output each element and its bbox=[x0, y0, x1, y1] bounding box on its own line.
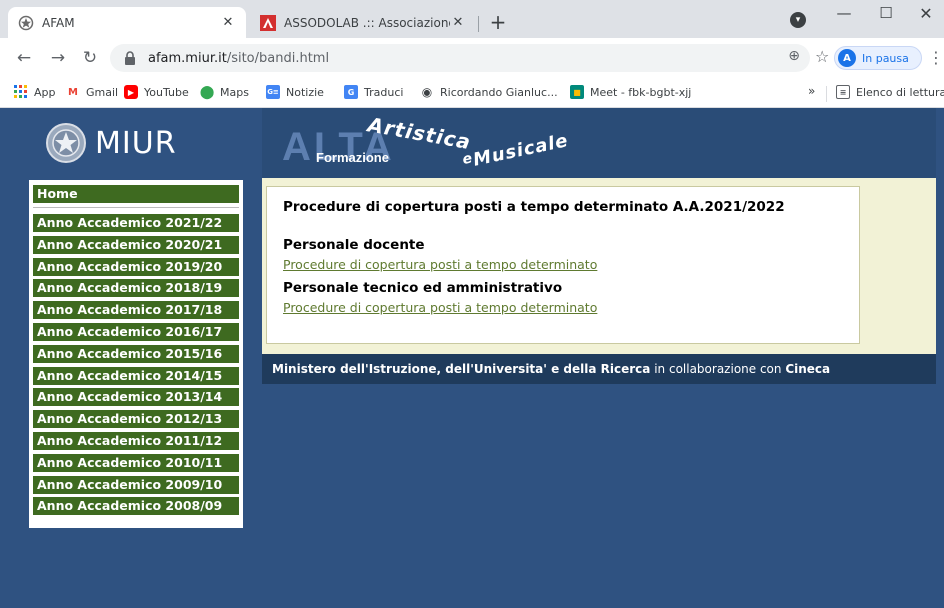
footer-partner: Cineca bbox=[785, 362, 831, 376]
tab-search-icon[interactable]: ▾ bbox=[790, 12, 806, 28]
profile-button[interactable]: A In pausa bbox=[834, 46, 922, 70]
menu-item-2018-19[interactable]: Anno Accademico 2018/19 bbox=[33, 279, 239, 298]
bookmarks-bar: App M Gmail ▶ YouTube ⬤ Maps G≡ Notizie … bbox=[0, 78, 944, 108]
apps-grid-icon bbox=[14, 85, 28, 99]
bookmark-youtube[interactable]: ▶ YouTube bbox=[124, 85, 189, 99]
alta-formazione-banner: ALTA Formazione Artistica eMusicale bbox=[262, 108, 936, 178]
section-heading-docente: Personale docente bbox=[283, 237, 425, 253]
lock-icon bbox=[125, 51, 135, 65]
maximize-button[interactable]: ☐ bbox=[866, 4, 906, 30]
menu-kebab-icon[interactable]: ⋮ bbox=[928, 48, 944, 67]
bookmarks-divider bbox=[826, 86, 827, 102]
menu-item-2014-15[interactable]: Anno Accademico 2014/15 bbox=[33, 366, 239, 385]
menu-item-home[interactable]: Home bbox=[33, 185, 239, 203]
globe-icon: ◉ bbox=[421, 85, 433, 99]
back-icon[interactable]: ← bbox=[14, 48, 34, 68]
reading-list-button[interactable]: ≡ Elenco di lettura bbox=[836, 85, 944, 99]
gmail-icon: M bbox=[68, 86, 78, 98]
close-window-button[interactable]: ✕ bbox=[906, 4, 944, 30]
forward-icon[interactable]: → bbox=[48, 48, 68, 68]
reload-icon[interactable]: ↻ bbox=[80, 48, 100, 68]
bookmark-app[interactable]: App bbox=[14, 85, 56, 99]
content-box: Procedure di copertura posti a tempo det… bbox=[266, 186, 860, 344]
menu-divider bbox=[33, 207, 239, 208]
tab-title: ASSODOLAB .:: Associazione Na: bbox=[284, 15, 450, 30]
minimize-button[interactable]: — bbox=[824, 4, 864, 30]
bookmark-traduci[interactable]: G Traduci bbox=[344, 85, 403, 99]
banner-formazione: Formazione bbox=[316, 150, 389, 165]
address-bar[interactable]: afam.miur.it/sito/bandi.html ⊕ bbox=[110, 44, 810, 72]
footer-middle: in collaborazione con bbox=[650, 362, 786, 376]
footer-ministry: Ministero dell'Istruzione, dell'Universi… bbox=[272, 362, 651, 376]
zoom-icon[interactable]: ⊕ bbox=[788, 48, 800, 64]
menu-item-2012-13[interactable]: Anno Accademico 2012/13 bbox=[33, 410, 239, 429]
web-page: MIUR ALTA Formazione Artistica eMusicale… bbox=[0, 108, 944, 608]
banner-musicale: eMusicale bbox=[460, 130, 571, 171]
miur-logo-text: MIUR bbox=[95, 125, 177, 161]
bookmarks-more-button[interactable]: » bbox=[808, 84, 815, 98]
tab-assodolab[interactable]: ASSODOLAB .:: Associazione Na: ✕ bbox=[250, 7, 476, 38]
tab-title: AFAM bbox=[42, 15, 75, 30]
news-icon: G≡ bbox=[266, 85, 280, 99]
sidebar-menu: Home Anno Accademico 2021/22 Anno Accade… bbox=[29, 180, 243, 528]
section-heading-tecnico: Personale tecnico ed amministrativo bbox=[283, 280, 563, 296]
link-procedure-docente[interactable]: Procedure di copertura posti a tempo det… bbox=[283, 257, 843, 272]
bookmark-notizie[interactable]: G≡ Notizie bbox=[266, 85, 324, 99]
bookmark-maps[interactable]: ⬤ Maps bbox=[199, 84, 249, 100]
translate-icon: G bbox=[344, 85, 358, 99]
tab-close-icon[interactable]: ✕ bbox=[450, 15, 466, 30]
italian-emblem-icon bbox=[46, 123, 86, 163]
url-text: afam.miur.it/sito/bandi.html bbox=[148, 50, 330, 66]
menu-item-2021-22[interactable]: Anno Accademico 2021/22 bbox=[33, 214, 239, 232]
emblem-favicon-icon bbox=[18, 15, 34, 31]
bookmark-gmail[interactable]: M Gmail bbox=[66, 85, 118, 99]
menu-item-2008-09[interactable]: Anno Accademico 2008/09 bbox=[33, 497, 239, 516]
avatar: A bbox=[838, 49, 856, 67]
menu-item-2017-18[interactable]: Anno Accademico 2017/18 bbox=[33, 301, 239, 320]
menu-item-2016-17[interactable]: Anno Accademico 2016/17 bbox=[33, 322, 239, 341]
link-procedure-tecnico[interactable]: Procedure di copertura posti a tempo det… bbox=[283, 300, 843, 315]
menu-item-2020-21[interactable]: Anno Accademico 2020/21 bbox=[33, 235, 239, 254]
page-footer: Ministero dell'Istruzione, dell'Universi… bbox=[262, 354, 936, 384]
reading-list-icon: ≡ bbox=[836, 85, 850, 99]
page-title: Procedure di copertura posti a tempo det… bbox=[283, 199, 785, 215]
menu-item-2015-16[interactable]: Anno Accademico 2015/16 bbox=[33, 344, 239, 363]
browser-tabstrip: AFAM ✕ ASSODOLAB .:: Associazione Na: ✕ … bbox=[0, 0, 944, 38]
tab-afam[interactable]: AFAM ✕ bbox=[8, 7, 246, 38]
maps-icon: ⬤ bbox=[199, 84, 215, 100]
menu-item-2009-10[interactable]: Anno Accademico 2009/10 bbox=[33, 475, 239, 494]
bookmark-star-icon[interactable]: ☆ bbox=[815, 47, 829, 66]
meet-icon: ■ bbox=[570, 85, 584, 99]
assodolab-favicon-icon bbox=[260, 14, 276, 31]
miur-logo[interactable]: MIUR bbox=[0, 108, 262, 178]
tab-close-icon[interactable]: ✕ bbox=[220, 15, 236, 30]
profile-status: In pausa bbox=[862, 51, 909, 65]
bookmark-ricordando[interactable]: ◉ Ricordando Gianluc... bbox=[420, 85, 558, 99]
new-tab-button[interactable]: + bbox=[486, 10, 510, 34]
menu-item-2019-20[interactable]: Anno Accademico 2019/20 bbox=[33, 257, 239, 276]
menu-item-2011-12[interactable]: Anno Accademico 2011/12 bbox=[33, 431, 239, 450]
tab-separator bbox=[478, 16, 479, 32]
browser-toolbar: ← → ↻ afam.miur.it/sito/bandi.html ⊕ ☆ A… bbox=[0, 38, 944, 78]
bookmark-meet[interactable]: ■ Meet - fbk-bgbt-xjj bbox=[570, 85, 691, 99]
menu-item-2013-14[interactable]: Anno Accademico 2013/14 bbox=[33, 388, 239, 407]
youtube-icon: ▶ bbox=[124, 85, 138, 99]
menu-item-2010-11[interactable]: Anno Accademico 2010/11 bbox=[33, 453, 239, 472]
